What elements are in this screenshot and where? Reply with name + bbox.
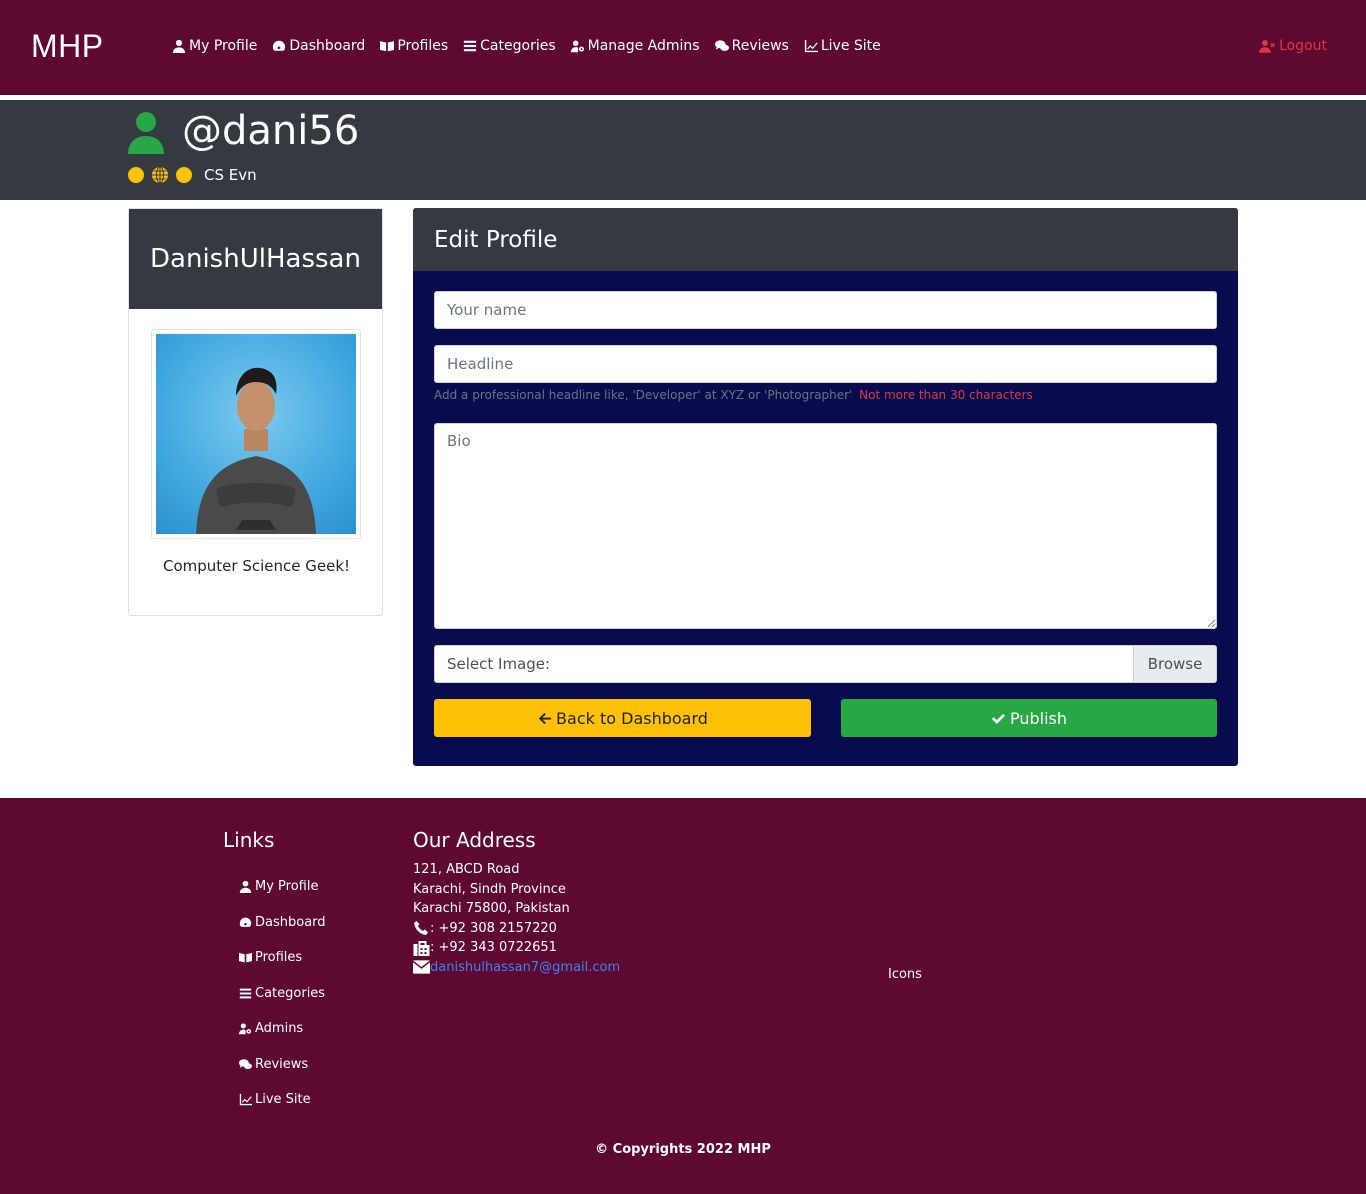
footer-links-title: Links: [223, 828, 275, 852]
footer-link-label: Reviews: [255, 1056, 309, 1072]
book-open-icon: [239, 953, 252, 963]
fax-icon: [413, 940, 430, 956]
headline-help: Add a professional headline like, 'Devel…: [434, 388, 1033, 402]
nav-item-label: Reviews: [731, 38, 789, 54]
nav-item-label: Profiles: [397, 38, 449, 54]
bio-textarea[interactable]: [434, 423, 1217, 629]
footer-link-live-site[interactable]: Live Site: [239, 1082, 326, 1118]
logout-link[interactable]: Logout: [1259, 38, 1327, 54]
user-cog-icon: [570, 40, 584, 53]
list-icon: [239, 988, 252, 999]
person-photo-illustration: [196, 367, 316, 534]
top-navbar: MHP My Profile Dashboard Profiles Catego…: [0, 0, 1366, 95]
footer-link-profiles[interactable]: Profiles: [239, 940, 326, 976]
browse-button[interactable]: Browse: [1133, 646, 1216, 682]
footer-link-reviews[interactable]: Reviews: [239, 1047, 326, 1083]
dashboard-icon: [239, 917, 252, 927]
profile-tagline: CS Evn: [204, 166, 257, 184]
profile-card: DanishUlHassan Computer Science Geek!: [128, 208, 383, 616]
profile-full-name: DanishUlHassan: [150, 244, 361, 274]
user-times-icon: [1259, 40, 1275, 53]
nav-item-live-site[interactable]: Live Site: [804, 38, 881, 54]
nav-item-label: Manage Admins: [587, 38, 700, 54]
footer: Links My Profile Dashboard Profiles Cate…: [0, 798, 1366, 1194]
chart-line-icon: [804, 39, 818, 53]
phone-icon: [414, 921, 428, 936]
nav-item-reviews[interactable]: Reviews: [714, 38, 789, 54]
headline-char-limit-warning: Not more than 30 characters: [859, 388, 1033, 402]
status-dot: [128, 167, 144, 183]
profile-username: @dani56: [182, 108, 360, 154]
brand-logo[interactable]: MHP: [31, 28, 104, 65]
headline-input[interactable]: [434, 345, 1217, 383]
profile-bio: Computer Science Geek!: [162, 557, 351, 575]
profile-card-header: DanishUlHassan: [129, 209, 382, 309]
footer-link-label: Live Site: [255, 1092, 311, 1108]
image-file-label: Select Image:: [447, 655, 551, 673]
nav-item-dashboard[interactable]: Dashboard: [272, 38, 365, 54]
list-icon: [464, 40, 477, 52]
nav-item-label: Categories: [480, 38, 556, 54]
nav-item-label: Live Site: [820, 38, 881, 54]
profile-photo-frame: [151, 329, 361, 539]
nav-item-profiles[interactable]: Profiles: [380, 38, 448, 54]
phone-number: : +92 308 2157220: [430, 920, 557, 936]
comments-icon: [239, 1058, 252, 1069]
nav-item-label: Dashboard: [289, 38, 366, 54]
envelope-icon: [413, 960, 430, 974]
address-line: 121, ABCD Road: [413, 862, 520, 877]
footer-link-label: Categories: [255, 985, 326, 1001]
fax-row: : +92 343 0722651: [413, 938, 620, 958]
status-dot: [176, 167, 192, 183]
name-input[interactable]: [434, 291, 1217, 329]
footer-link-label: My Profile: [255, 879, 319, 895]
user-icon: [239, 881, 252, 894]
nav-menu: My Profile Dashboard Profiles Categories…: [172, 38, 896, 54]
dashboard-icon: [273, 40, 286, 51]
footer-address-title: Our Address: [413, 828, 536, 852]
footer-links: My Profile Dashboard Profiles Categories…: [239, 869, 326, 1118]
nav-item-categories[interactable]: Categories: [463, 38, 556, 54]
email-row: danishulhassan7@gmail.com: [413, 958, 620, 978]
footer-address: 121, ABCD Road Karachi, Sindh Province K…: [413, 860, 620, 977]
book-open-icon: [380, 41, 395, 52]
back-to-dashboard-button[interactable]: Back to Dashboard: [434, 699, 811, 737]
nav-item-my-profile[interactable]: My Profile: [172, 38, 257, 54]
check-icon: [991, 713, 1006, 724]
address-line: Karachi, Sindh Province: [413, 881, 566, 897]
user-icon: [172, 39, 186, 53]
footer-link-label: Dashboard: [255, 914, 326, 930]
user-cog-icon: [239, 1023, 252, 1035]
publish-button[interactable]: Publish: [841, 699, 1217, 737]
footer-link-categories[interactable]: Categories: [239, 976, 326, 1012]
headline-help-text: Add a professional headline like, 'Devel…: [434, 388, 853, 402]
edit-profile-card: Edit Profile Add a professional headline…: [413, 208, 1238, 766]
nav-item-manage-admins[interactable]: Manage Admins: [570, 38, 700, 54]
edit-profile-header: Edit Profile: [413, 208, 1238, 271]
fax-number: : +92 343 0722651: [430, 940, 557, 955]
comments-icon: [714, 40, 729, 51]
globe-icon: [152, 167, 168, 183]
chart-line-icon: [239, 1094, 252, 1106]
profile-photo: [156, 334, 356, 534]
footer-link-admins[interactable]: Admins: [239, 1011, 326, 1047]
publish-button-label: Publish: [1009, 708, 1068, 728]
footer-link-my-profile[interactable]: My Profile: [239, 869, 326, 905]
address-line: Karachi 75800, Pakistan: [413, 901, 570, 916]
email-link[interactable]: danishulhassan7@gmail.com: [430, 958, 620, 978]
phone-row: : +92 308 2157220: [413, 919, 620, 939]
status-dots: CS Evn: [128, 166, 257, 184]
copyright-text: © Copyrights 2022 MHP: [595, 1142, 771, 1157]
arrow-left-icon: [538, 712, 552, 724]
footer-icons-placeholder: Icons: [888, 967, 922, 982]
nav-item-label: My Profile: [189, 38, 258, 54]
footer-link-dashboard[interactable]: Dashboard: [239, 905, 326, 941]
user-icon: [128, 112, 164, 154]
footer-link-label: Profiles: [255, 950, 303, 966]
image-file-input[interactable]: Select Image: Browse: [434, 645, 1217, 683]
back-button-label: Back to Dashboard: [556, 708, 708, 728]
footer-link-label: Admins: [255, 1021, 304, 1037]
edit-profile-title: Edit Profile: [434, 226, 558, 253]
logout-label: Logout: [1279, 38, 1327, 54]
